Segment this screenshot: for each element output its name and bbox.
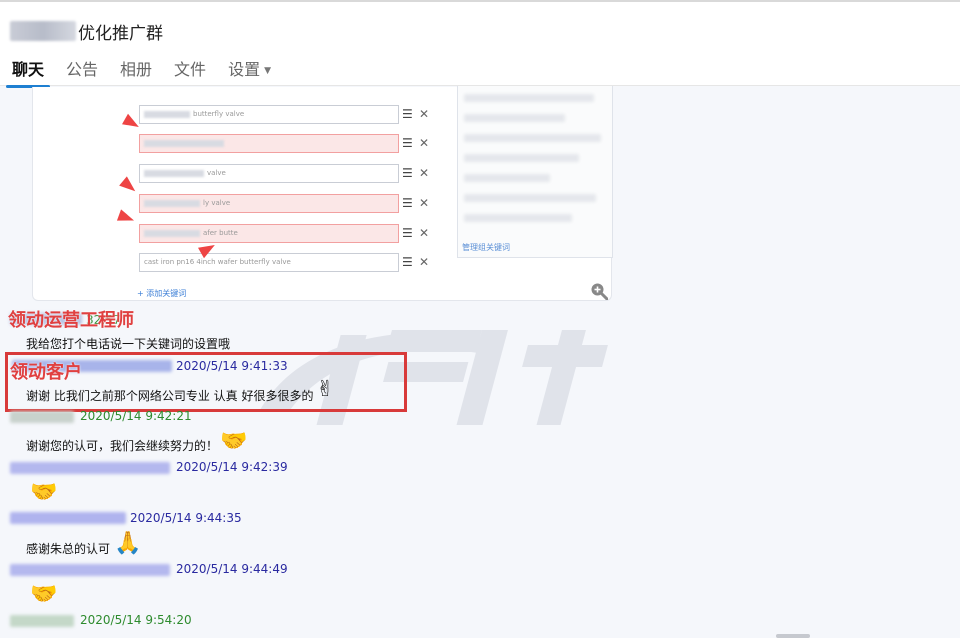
sender-name-blurred [10, 462, 170, 474]
chat-header: 优化推广群 聊天 公告 相册 文件 设置 ▼ [0, 2, 960, 88]
operator-overlay-label: 领动运营工程师 [8, 310, 134, 331]
close-icon: ✕ [419, 136, 430, 150]
chevron-down-icon: ▼ [264, 65, 271, 76]
tab-chat[interactable]: 聊天 [5, 52, 51, 88]
side-panel-blurred: 管理组关键词 [457, 86, 613, 258]
tab-announcement[interactable]: 公告 [66, 52, 98, 86]
highlight-box [5, 352, 407, 412]
add-keyword-link: + 添加关键词 [137, 289, 187, 298]
handshake-emoji: 🤝 [220, 429, 248, 454]
sender-name-blurred [10, 564, 170, 576]
close-icon: ✕ [419, 166, 430, 180]
message-text: 我给您打个电话说一下关键词的设置哦 [26, 337, 231, 351]
group-name: 优化推广群 [78, 23, 163, 44]
folded-hands-emoji: 🙏 [114, 531, 142, 556]
red-arrow-annotation [116, 209, 137, 227]
message-timestamp: 2020/5/14 9:42:39 [176, 460, 288, 474]
message-text: 感谢朱总的认可 [26, 542, 111, 556]
zoom-in-icon[interactable] [590, 282, 608, 300]
tab-bar: 聊天 公告 相册 文件 设置 ▼ [0, 52, 281, 88]
tab-settings[interactable]: 设置 ▼ [228, 52, 271, 86]
sender-name-blurred [10, 411, 74, 423]
message-timestamp: 2020/5/14 9:42:21 [80, 409, 192, 423]
tab-album[interactable]: 相册 [120, 52, 152, 86]
tab-files[interactable]: 文件 [174, 52, 206, 86]
message-timestamp: 2020/5/14 9:54:20 [80, 613, 192, 627]
close-icon: ✕ [419, 255, 430, 269]
keyword-row: butterfly valve [139, 105, 399, 124]
keyword-row: valve [139, 164, 399, 183]
shared-screenshot-image[interactable]: butterfly valve valve ly valve afer butt… [32, 86, 613, 301]
group-title: 优化推广群 [10, 18, 163, 44]
message-timestamp: 2020/5/14 9:44:49 [176, 562, 288, 576]
message-timestamp: 2020/5/14 9:44:35 [130, 511, 242, 525]
sender-name-blurred [10, 512, 126, 524]
keyword-row: afer butte [139, 224, 399, 243]
keyword-row [139, 134, 399, 153]
menu-lines-icon: ☰ [402, 226, 413, 240]
sender-name-blurred [10, 615, 74, 627]
close-icon: ✕ [419, 226, 430, 240]
menu-lines-icon: ☰ [402, 166, 413, 180]
menu-lines-icon: ☰ [402, 255, 413, 269]
red-arrow-annotation [119, 176, 140, 196]
menu-lines-icon: ☰ [402, 107, 413, 121]
close-icon: ✕ [419, 196, 430, 210]
keyword-row: ly valve [139, 194, 399, 213]
side-panel-link: 管理组关键词 [462, 243, 510, 252]
tab-settings-label: 设置 [228, 60, 261, 79]
handshake-emoji: 🤝 [30, 582, 58, 607]
message-text: 谢谢您的认可，我们会继续努力的！ [26, 439, 219, 453]
scrollbar-thumb[interactable] [776, 634, 810, 638]
keyword-row: cast iron pn16 4inch wafer butterfly val… [139, 253, 399, 272]
close-icon: ✕ [419, 107, 430, 121]
handshake-emoji: 🤝 [30, 480, 58, 505]
group-name-blurred-prefix [10, 21, 76, 41]
menu-lines-icon: ☰ [402, 136, 413, 150]
menu-lines-icon: ☰ [402, 196, 413, 210]
